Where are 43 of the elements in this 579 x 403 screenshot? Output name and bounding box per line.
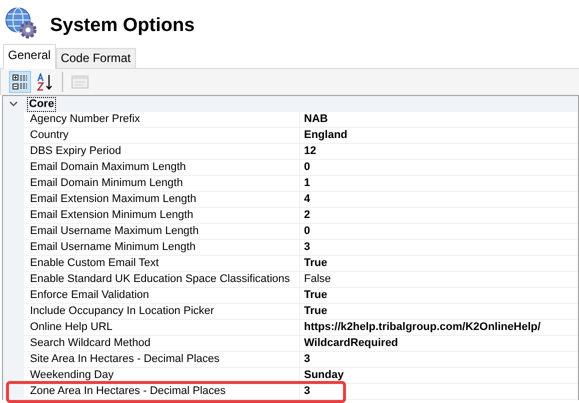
property-value[interactable]: True [300,288,578,304]
property-name[interactable]: Email Extension Minimum Length [24,208,300,224]
property-value[interactable]: 2 [300,208,578,224]
property-name[interactable]: DBS Expiry Period [24,144,300,160]
property-name[interactable]: Email Extension Maximum Length [24,192,300,208]
property-name[interactable]: Zone Area In Hectares - Decimal Places [24,384,300,400]
property-value[interactable]: 4 [300,192,578,208]
tab[interactable]: Code Format [56,48,136,68]
property-name[interactable]: Email Username Maximum Length [24,224,300,240]
property-name[interactable]: Enable Custom Email Text [24,256,300,272]
globe-gear-icon [4,6,38,40]
property-value[interactable]: 1 [300,176,578,192]
property-value[interactable]: 0 [300,224,578,240]
property-value[interactable]: False [300,272,578,288]
property-value[interactable]: True [300,256,578,272]
window-title: System Options [50,14,195,37]
property-name[interactable]: Online Help URL [24,320,300,336]
property-value[interactable]: 0 [300,160,578,176]
property-name[interactable]: Email Domain Minimum Length [24,176,300,192]
tab[interactable]: General [3,44,56,69]
chevron-down-icon[interactable] [9,101,18,107]
property-value[interactable]: https://k2help.tribalgroup.com/K2OnlineHelp/ [300,320,578,336]
property-value[interactable]: True [300,304,578,320]
property-value[interactable]: 3 [300,384,578,400]
property-name[interactable]: Enable Standard UK Education Space Classifications [24,272,300,288]
property-value[interactable]: 12 [300,144,578,160]
property-name[interactable]: Weekending Day [24,368,300,384]
property-value[interactable]: NAB [300,112,578,128]
category-label[interactable]: Core [28,98,56,110]
property-value[interactable]: WildcardRequired [300,336,578,352]
property-name[interactable]: Include Occupancy In Location Picker [24,304,300,320]
categorized-button[interactable] [9,71,31,93]
property-value[interactable]: Sunday [300,368,578,384]
property-name[interactable]: Country [24,128,300,144]
property-value[interactable]: England [300,128,578,144]
property-name[interactable]: Email Domain Maximum Length [24,160,300,176]
property-name[interactable]: Site Area In Hectares - Decimal Places [24,352,300,368]
property-value[interactable]: 3 [300,240,578,256]
property-name[interactable]: Email Username Minimum Length [24,240,300,256]
property-name[interactable]: Search Wildcard Method [24,336,300,352]
property-name[interactable]: Enforce Email Validation [24,288,300,304]
property-name[interactable]: Agency Number Prefix [24,112,300,128]
property-value[interactable]: 3 [300,352,578,368]
